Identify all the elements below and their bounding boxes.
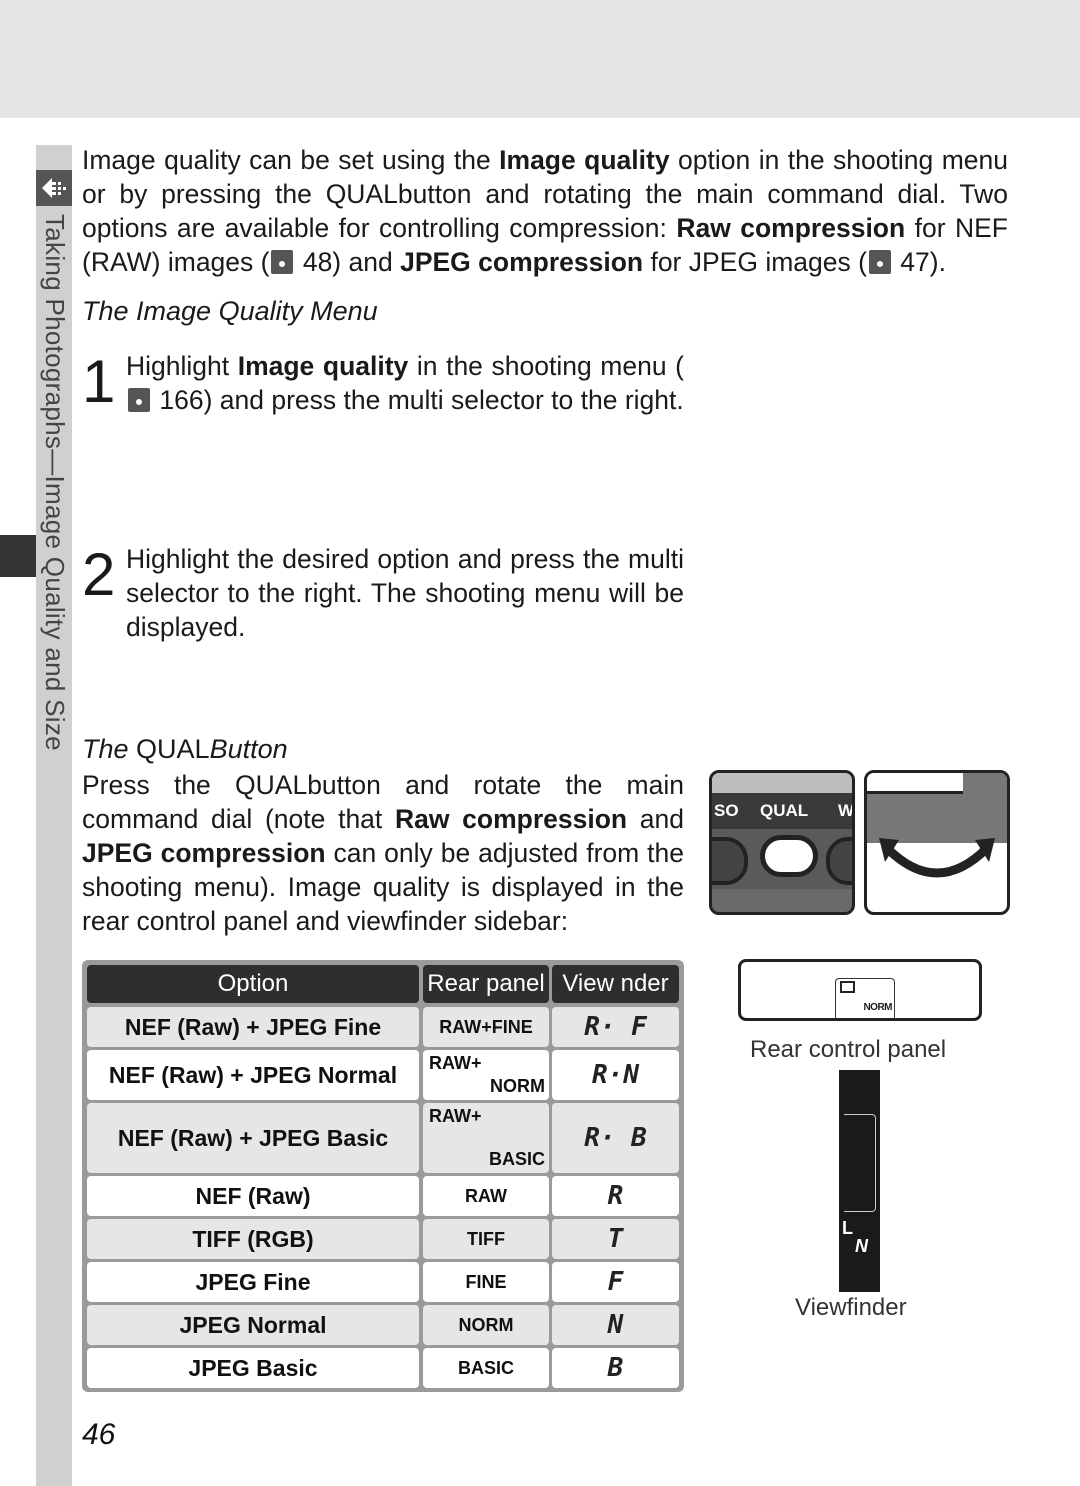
header-viewfinder: View nder [552,965,679,1003]
page-reference-icon [868,250,891,274]
image-quality-table: Option Rear panel View nder NEF (Raw) + … [82,960,684,1392]
table-cell-rear-panel: RAW+ BASIC [423,1103,549,1173]
step-1-text: Highlight Image quality in the shooting … [126,351,684,415]
step-2-text: Highlight the desired option and press t… [126,544,684,642]
table-cell-option: TIFF (RGB) [87,1219,419,1259]
table-cell-option: JPEG Basic [87,1348,419,1388]
header-rear-panel: Rear panel [423,965,549,1003]
table-cell-viewfinder: T [552,1219,679,1259]
page-number: 46 [82,1418,116,1451]
table-cell-viewfinder: B [552,1348,679,1388]
table-cell-viewfinder: F [552,1262,679,1302]
chapter-tab-marker [0,535,36,577]
section-label: Taking Photographs—Image Quality and Siz… [40,214,70,751]
header-option: Option [87,965,419,1003]
table-cell-option: NEF (Raw) + JPEG Normal [87,1050,419,1100]
table-cell-rear-panel: FINE [423,1262,549,1302]
section-heading-qual: The QUALButton [82,734,288,764]
table-cell-option: NEF (Raw) + JPEG Basic [87,1103,419,1173]
top-margin-band [0,0,1080,118]
table-cell-viewfinder: N [552,1305,679,1345]
rotate-arrows-icon [879,838,995,878]
rear-control-panel-display: NORM [738,959,982,1021]
table-cell-option: JPEG Fine [87,1262,419,1302]
step-number: 1 [82,348,116,415]
page-reference-icon [271,250,294,274]
viewfinder-caption: Viewfinder [795,1294,907,1321]
table-cell-rear-panel: RAW+ NORM [423,1050,549,1100]
intro-paragraph: Image quality can be set using the Image… [82,145,1008,277]
rear-panel-top-text: RAW+ [429,1053,482,1073]
table-cell-viewfinder: R· B [552,1103,679,1173]
table-cell-viewfinder: R· F [552,1007,679,1047]
rear-panel-top-text: RAW+ [429,1106,482,1126]
rear-panel-bottom-text: BASIC [488,1149,545,1169]
rear-panel-bottom-text: NORM [490,1076,545,1096]
step-number: 2 [82,541,116,608]
table-cell-option: JPEG Normal [87,1305,419,1345]
qual-button-icon [760,835,818,877]
table-cell-rear-panel: BASIC [423,1348,549,1388]
table-cell-rear-panel: RAW [423,1176,549,1216]
shooting-mode-icon [36,170,72,206]
table-cell-rear-panel: RAW+FINE [423,1007,549,1047]
table-cell-rear-panel: NORM [423,1305,549,1345]
table-cell-rear-panel: TIFF [423,1219,549,1259]
table-cell-viewfinder: R [552,1176,679,1216]
page-reference-icon [128,388,150,412]
viewfinder-display: L N [839,1070,880,1292]
table-cell-option: NEF (Raw) [87,1176,419,1216]
table-cell-option: NEF (Raw) + JPEG Fine [87,1007,419,1047]
table-cell-viewfinder: R·N [552,1050,679,1100]
qual-paragraph: Press the QUALbutton and rotate the main… [82,770,684,936]
qual-button-illustration: SO QUAL W [709,770,855,915]
command-dial-illustration [864,770,1010,915]
section-heading-menu: The Image Quality Menu [82,296,378,326]
rear-panel-caption: Rear control panel [750,1036,947,1063]
